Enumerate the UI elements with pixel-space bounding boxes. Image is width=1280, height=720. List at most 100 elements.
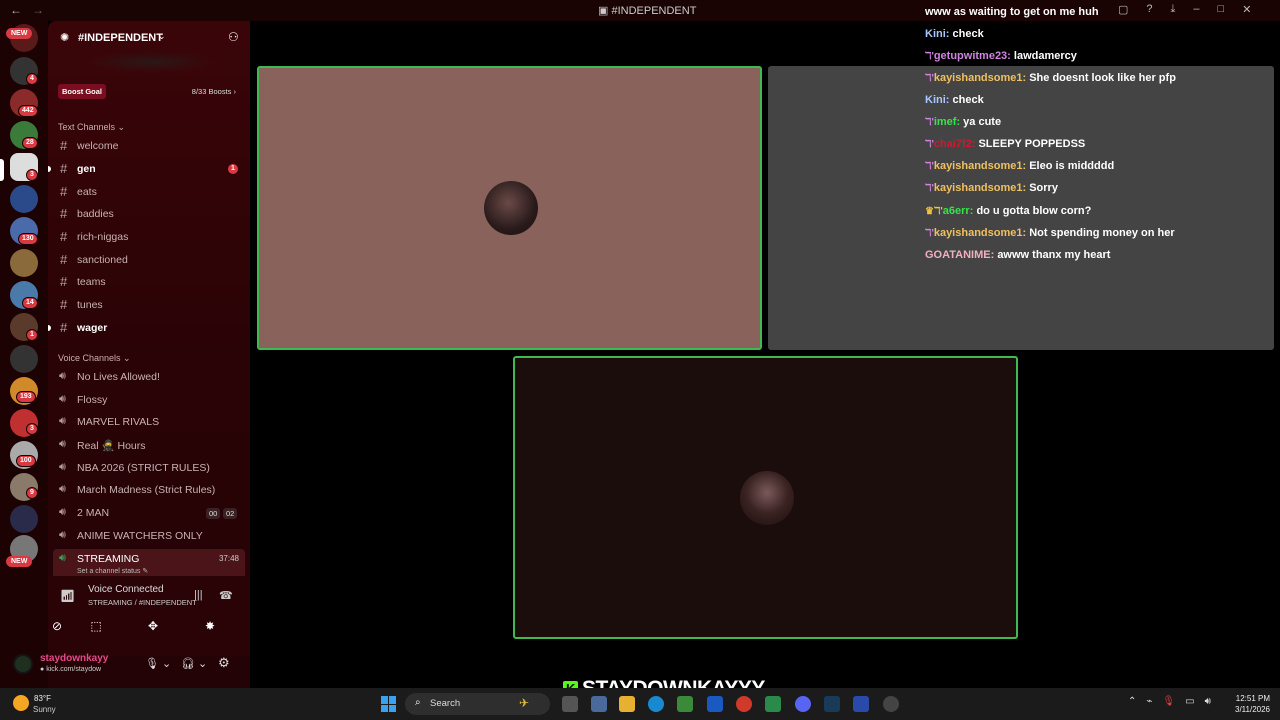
chat-user: kayishandsome1:: [933, 160, 1027, 172]
video-tile-speaking[interactable]: [257, 66, 762, 350]
channel-name: No Lives Allowed!: [77, 371, 160, 383]
unread-indicator: [48, 325, 51, 331]
chat-message: ℸ'chai7f2: SLEEPY POPPEDSS: [925, 138, 1085, 150]
chat-text: ya cute: [963, 116, 1002, 128]
channel-name: Real 🥷 Hours: [77, 440, 146, 452]
channel-teams[interactable]: # teams: [48, 271, 250, 293]
voice-channel[interactable]: 🔊︎ 2 MAN 00 02: [48, 502, 250, 524]
server-icon[interactable]: [10, 505, 38, 533]
channel-gen[interactable]: # gen 1: [48, 158, 250, 180]
server-badge: 130: [18, 233, 38, 245]
search-label: Search: [430, 698, 461, 709]
weather-condition[interactable]: Sunny: [33, 705, 56, 714]
disconnect-icon[interactable]: ☎︎: [219, 589, 233, 602]
chat-message: Kini: check: [925, 28, 984, 40]
search-icon: ⌕: [415, 697, 421, 708]
voice-channel[interactable]: 🔊︎ March Madness (Strict Rules): [48, 479, 250, 501]
server-badge: 3: [26, 169, 38, 181]
new-badge: NEW: [6, 556, 33, 567]
activities-icon[interactable]: ✥: [134, 616, 172, 636]
headphones-icon[interactable]: 🎧︎ ⌄: [181, 657, 207, 670]
channel-name: MARVEL RIVALS: [77, 416, 160, 428]
forward-arrow-icon[interactable]: →: [32, 3, 44, 17]
chat-user: Kini:: [925, 94, 950, 106]
clock-date: 3/11/2026: [1235, 705, 1270, 714]
system-tray: ⌃ ⌁ 🎙︎ ▭ 🔊︎: [1128, 696, 1211, 707]
app-icon[interactable]: [591, 696, 607, 712]
outlook-icon[interactable]: [707, 696, 723, 712]
voice-channel[interactable]: 🔊︎ Flossy: [48, 389, 250, 411]
taskbar-clock[interactable]: 12:51 PM 3/11/2026: [1228, 693, 1270, 715]
channel-name: baddies: [77, 208, 114, 220]
network-icon[interactable]: ⌁: [1146, 696, 1152, 707]
voice-channel[interactable]: 🔊︎ Real 🥷 Hours: [48, 434, 250, 456]
chevron-down-icon: ⌄: [158, 31, 166, 41]
camera-off-icon[interactable]: ⊘: [38, 616, 76, 636]
video-tile-speaking[interactable]: [513, 356, 1018, 639]
obs-icon[interactable]: [883, 696, 899, 712]
weather-sun-icon[interactable]: [13, 695, 29, 711]
channel-sanctioned[interactable]: # sanctioned: [48, 249, 250, 271]
chrome-icon[interactable]: [736, 696, 752, 712]
chat-message: ♛ℸ'a6err: do u gotta blow corn?: [925, 205, 1091, 217]
channel-welcome[interactable]: # welcome: [48, 135, 250, 157]
chat-message: ℸ'kayishandsome1: She doesnt look like h…: [925, 72, 1176, 84]
weather-temperature[interactable]: 83°F: [34, 694, 51, 703]
microphone-icon[interactable]: 🎙︎: [1162, 696, 1175, 707]
channel-baddies[interactable]: # baddies: [48, 203, 250, 225]
server-icon[interactable]: [10, 185, 38, 213]
chat-message: ℸ'kayishandsome1: Eleo is middddd: [925, 160, 1114, 172]
task-view-icon[interactable]: [562, 696, 578, 712]
app-icon[interactable]: [765, 696, 781, 712]
add-member-icon[interactable]: ⚇: [228, 30, 239, 44]
back-arrow-icon[interactable]: ←: [10, 3, 22, 17]
file-explorer-icon[interactable]: [619, 696, 635, 712]
server-icon[interactable]: [10, 345, 38, 373]
voice-connected-subtitle[interactable]: STREAMING / #INDEPENDENT: [88, 598, 197, 607]
chevron-up-icon[interactable]: ⌃: [1128, 696, 1136, 707]
display-icon[interactable]: ▭: [1185, 696, 1194, 707]
boost-goal[interactable]: Boost Goal 8/33 Boosts ›: [58, 83, 238, 99]
channel-eats[interactable]: # eats: [48, 181, 250, 203]
text-channels-category[interactable]: Text Channels ⌄: [58, 122, 125, 133]
noise-suppression-icon[interactable]: |||: [194, 589, 203, 601]
soundboard-icon[interactable]: ✸: [191, 616, 229, 636]
voice-channel-streaming[interactable]: 🔊︎ STREAMING 37:48 Set a channel status …: [53, 549, 245, 579]
voice-channel[interactable]: 🔊︎ NBA 2026 (STRICT RULES): [48, 457, 250, 479]
edge-icon[interactable]: [648, 696, 664, 712]
hash-icon: #: [60, 297, 68, 312]
channel-name: ANIME WATCHERS ONLY: [77, 530, 203, 542]
voice-channel[interactable]: 🔊︎ MARVEL RIVALS: [48, 411, 250, 433]
taskbar-search[interactable]: ⌕ Search ✈: [405, 693, 550, 715]
steam-icon[interactable]: [824, 696, 840, 712]
windows-start-icon[interactable]: [381, 696, 397, 712]
username[interactable]: staydownkayy: [40, 653, 108, 664]
speaker-icon: 🔊︎: [59, 506, 66, 518]
chat-text: She doesnt look like her pfp: [1029, 72, 1176, 84]
chat-message: www as waiting to get on me huh: [925, 6, 1099, 18]
chat-text: awww thanx my heart: [997, 249, 1111, 261]
voice-connected-title[interactable]: Voice Connected: [88, 584, 164, 595]
voice-channel[interactable]: 🔊︎ ANIME WATCHERS ONLY: [48, 525, 250, 547]
hash-icon: #: [60, 138, 68, 153]
server-icon[interactable]: [10, 249, 38, 277]
app-icon[interactable]: [853, 696, 869, 712]
channel-name: 2 MAN: [77, 507, 110, 519]
settings-gear-icon[interactable]: ⚙: [218, 655, 230, 671]
channel-tunes[interactable]: # tunes: [48, 294, 250, 316]
screen-share-icon[interactable]: ⬚: [77, 616, 115, 636]
avatar[interactable]: [13, 654, 33, 674]
speaker-icon: 🔊︎: [59, 393, 66, 405]
server-badge: 28: [22, 137, 38, 149]
volume-icon[interactable]: 🔊︎: [1205, 696, 1211, 707]
microphone-icon[interactable]: 🎙︎ ⌄: [145, 657, 171, 670]
channel-rich-niggas[interactable]: # rich-niggas: [48, 226, 250, 248]
server-name: #INDEPENDENT: [78, 32, 163, 44]
discord-icon[interactable]: [795, 696, 811, 712]
voice-channels-category[interactable]: Voice Channels ⌄: [58, 353, 131, 364]
channel-wager[interactable]: # wager: [48, 317, 250, 339]
channel-status[interactable]: Set a channel status ✎: [77, 567, 148, 575]
voice-channel[interactable]: 🔊︎ No Lives Allowed!: [48, 366, 250, 388]
stream-chat-overlay: www as waiting to get on me huh Kini: ch…: [925, 0, 1255, 270]
store-icon[interactable]: [677, 696, 693, 712]
